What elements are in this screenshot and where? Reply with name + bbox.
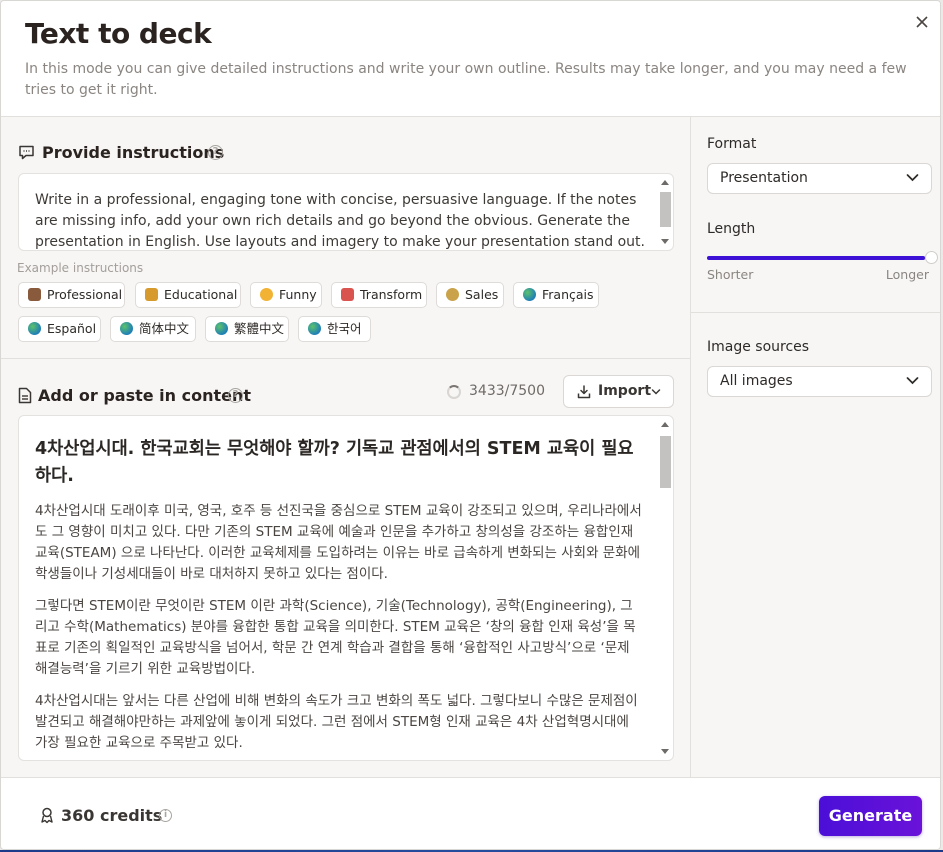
text-to-deck-dialog: Text to deck In this mode you can give d…	[0, 0, 941, 850]
close-button[interactable]	[911, 11, 933, 33]
image-sources-select[interactable]: All images	[707, 366, 932, 397]
globe-icon	[523, 288, 536, 301]
content-title: Add or paste in content	[38, 386, 252, 405]
scroll-down-icon[interactable]	[661, 749, 669, 754]
chevron-down-icon	[906, 174, 919, 182]
image-sources-value: All images	[720, 373, 793, 389]
magic-wand-icon	[341, 288, 354, 301]
example-chip-transform[interactable]: Transform	[331, 282, 427, 308]
length-slider-fill	[707, 256, 925, 260]
content-paragraph: 그렇다면 STEM이란 무엇이란 STEM 이란 과학(Science), 기술…	[35, 598, 636, 677]
info-icon[interactable]: i	[159, 809, 172, 822]
document-icon	[18, 387, 32, 404]
globe-icon	[308, 322, 321, 335]
format-value: Presentation	[720, 170, 808, 186]
length-min-label: Shorter	[707, 267, 754, 282]
example-chip-traditional-chinese[interactable]: 繁體中文	[205, 316, 289, 342]
briefcase-icon	[28, 288, 41, 301]
books-icon	[145, 288, 158, 301]
content-heading: 4차산업시대. 한국교회는 무엇해야 할까? 기독교 관점에서의 STEM 교육…	[35, 439, 634, 486]
globe-icon	[120, 322, 133, 335]
generate-button[interactable]: Generate	[819, 796, 922, 836]
example-chip-educational[interactable]: Educational	[135, 282, 241, 308]
content-scrollbar[interactable]	[659, 422, 671, 754]
globe-icon	[28, 322, 41, 335]
scroll-up-icon[interactable]	[661, 422, 669, 427]
chevron-down-icon	[906, 377, 919, 385]
example-chip-professional[interactable]: Professional	[18, 282, 125, 308]
length-slider[interactable]	[707, 251, 938, 264]
content-paragraph: 4차산업시대 도래이후 미국, 영국, 호주 등 선진국을 중심으로 STEM …	[35, 503, 642, 582]
length-max-label: Longer	[885, 267, 929, 282]
example-chip-francais[interactable]: Français	[513, 282, 599, 308]
import-icon	[577, 385, 591, 399]
settings-divider	[691, 312, 940, 313]
close-icon	[916, 16, 928, 28]
money-bag-icon	[446, 288, 459, 301]
example-chip-simplified-chinese[interactable]: 简体中文	[110, 316, 196, 342]
help-icon[interactable]: ?	[208, 145, 223, 160]
scroll-down-icon[interactable]	[661, 239, 669, 244]
dialog-header: Text to deck In this mode you can give d…	[1, 1, 940, 117]
settings-panel: Format Presentation Length Shorter Longe…	[690, 117, 940, 777]
image-sources-label: Image sources	[707, 339, 810, 355]
instructions-title: Provide instructions	[42, 143, 225, 162]
instructions-textarea[interactable]: Write in a professional, engaging tone w…	[18, 173, 674, 251]
loading-spinner-icon	[447, 385, 461, 399]
dialog-title: Text to deck	[25, 17, 212, 50]
help-icon[interactable]: ?	[228, 388, 243, 403]
dialog-subtitle: In this mode you can give detailed instr…	[25, 61, 907, 98]
length-slider-handle[interactable]	[925, 251, 938, 264]
instructions-text: Write in a professional, engaging tone w…	[35, 192, 645, 250]
credits-count: 360 credits	[61, 806, 163, 825]
character-counter: 3433/7500	[469, 383, 545, 399]
dialog-footer: 360 credits i Generate	[1, 777, 940, 849]
example-chip-funny[interactable]: Funny	[250, 282, 322, 308]
scroll-up-icon[interactable]	[661, 180, 669, 185]
example-chip-espanol[interactable]: Español	[18, 316, 101, 342]
credits-badge-icon	[41, 807, 53, 824]
format-select[interactable]: Presentation	[707, 163, 932, 194]
content-editor[interactable]: 4차산업시대. 한국교회는 무엇해야 할까? 기독교 관점에서의 STEM 교육…	[18, 415, 674, 761]
example-chip-sales[interactable]: Sales	[436, 282, 504, 308]
chat-bubble-icon	[19, 145, 34, 160]
length-label: Length	[707, 221, 756, 237]
left-panel: Provide instructions ? Write in a profes…	[1, 117, 690, 777]
example-chip-korean[interactable]: 한국어	[298, 316, 371, 342]
import-button[interactable]: Import	[563, 375, 674, 408]
chevron-down-icon	[651, 389, 661, 395]
format-label: Format	[707, 136, 757, 152]
import-label: Import	[598, 383, 652, 399]
globe-icon	[215, 322, 228, 335]
laughing-face-icon	[260, 288, 273, 301]
instructions-scrollbar[interactable]	[659, 180, 671, 244]
content-paragraph: 4차산업시대는 앞서는 다른 산업에 비해 변화의 속도가 크고 변화의 폭도 …	[35, 693, 638, 751]
section-divider	[1, 358, 690, 359]
example-instructions-label: Example instructions	[17, 261, 144, 275]
